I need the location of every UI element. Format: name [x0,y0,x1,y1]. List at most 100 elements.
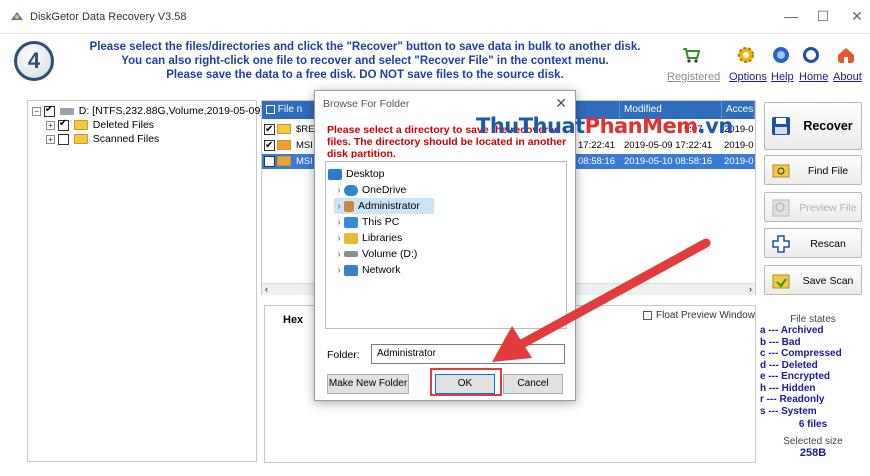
ok-highlight-box [430,368,502,396]
file-count: 6 files [798,419,828,430]
folder-tree[interactable]: Desktop › OneDrive › Administrator › This P… [325,161,567,329]
maximize-icon[interactable]: ☐ [816,9,830,23]
state-item: r --- Readonly [760,394,825,405]
folder-icon [277,124,291,135]
find-file-button[interactable]: Find File [764,155,862,185]
directory-tree[interactable]: − D: [NTFS,232.88G,Volume,2019-05-09] + … [27,100,263,462]
file-modified: 2019-05-09 17:22:41 [624,140,713,151]
dialog-title: Browse For Folder [323,98,410,110]
file-modified: 2019-05-10 08:58:16 [624,156,713,167]
row-checkbox[interactable] [264,122,275,137]
file-accessed: 2019-0 [724,156,754,167]
tree-checkbox[interactable] [57,118,69,131]
state-item: s --- System [760,405,817,417]
folder-item-this-pc[interactable]: › This PC [334,214,399,230]
state-item: c --- Compressed [760,348,842,359]
folder-icon [73,120,88,131]
header: 4 Please select the files/directories an… [0,35,870,93]
folder-item-desktop[interactable]: Desktop [328,166,385,182]
user-icon [344,200,354,212]
chevron-right-icon[interactable]: › [334,247,344,263]
watermark: ThuThuatPhanMem.vn [476,114,733,138]
file-created: 08:58:16 [578,156,615,167]
instruction-line: Please select the files/directories and … [89,41,641,53]
folder-item-onedrive[interactable]: › OneDrive [334,182,406,198]
close-icon[interactable]: ✕ [850,9,864,23]
make-new-folder-button[interactable]: Make New Folder [327,374,409,394]
tree-item-label: Scanned Files [92,133,160,145]
help-link[interactable]: Help [771,71,794,83]
selected-size-value: 258B [799,447,827,459]
chevron-right-icon[interactable]: › [334,263,344,279]
hex-tab[interactable]: Hex [283,314,303,326]
options-link[interactable]: Options [729,71,767,83]
chevron-right-icon[interactable]: › [334,183,344,199]
minimize-icon[interactable]: — [784,9,798,23]
row-checkbox[interactable] [264,138,275,153]
tree-item-scanned[interactable]: + Scanned Files [46,133,159,147]
file-name: MSI [296,156,313,167]
column-header-name[interactable]: File n [262,101,322,119]
file-icon [277,156,291,167]
home-orb-icon [803,47,819,63]
folder-input[interactable]: Administrator [371,344,565,364]
instructions: Please select the files/directories and … [60,40,670,82]
file-icon [277,140,291,151]
float-preview-checkbox[interactable] [643,310,652,320]
rescan-button[interactable]: Rescan [764,228,862,258]
step-indicator: 4 [14,41,54,81]
folder-item-libraries[interactable]: › Libraries [334,230,402,246]
tree-item-label: Deleted Files [92,119,155,131]
selected-size-label: Selected size [783,436,843,447]
home-link[interactable]: Home [799,71,828,83]
find-file-icon [772,164,790,178]
float-preview-toggle[interactable]: Float Preview Window [643,310,755,321]
tree-item-deleted[interactable]: + Deleted Files [46,118,155,133]
file-created: 17:22:41 [578,140,615,151]
row-checkbox[interactable] [264,155,275,167]
tree-root-label: D: [NTFS,232.88G,Volume,2019-05-09] [78,105,264,117]
expand-icon[interactable]: + [46,134,55,144]
save-scan-button[interactable]: Save Scan [764,265,862,295]
folder-icon [73,134,88,145]
recover-button[interactable]: Recover [764,102,862,150]
chevron-right-icon[interactable]: › [334,199,344,215]
title-bar: DiskGetor Data Recovery V3.58 — ☐ ✕ [0,0,870,34]
cancel-button[interactable]: Cancel [503,374,563,394]
drive-icon [59,108,74,116]
state-item: a --- Archived [760,325,824,336]
folder-item-volume-d[interactable]: › Volume (D:) [334,246,417,262]
state-item: h --- Hidden [760,382,816,394]
folder-item-network[interactable]: › Network [334,262,400,279]
select-all-checkbox[interactable] [266,104,275,114]
file-accessed: 2019-0 [724,140,754,151]
chevron-right-icon[interactable]: › [334,231,344,247]
chevron-right-icon[interactable]: › [334,215,344,231]
scroll-left-icon[interactable]: ‹ [265,284,268,294]
state-item: e --- Encrypted [760,371,831,382]
registered-link[interactable]: Registered [667,71,720,83]
state-item: b --- Bad [760,336,801,348]
network-icon [344,264,358,276]
dialog-close-icon[interactable]: ✕ [555,95,567,112]
about-link[interactable]: About [833,71,862,83]
help-icon [773,47,789,63]
file-states-legend: File states a --- Archived b --- Bad c -… [760,314,866,459]
expand-icon[interactable]: + [46,120,55,130]
scroll-right-icon[interactable]: › [749,284,752,294]
gear-icon [738,47,754,63]
save-disk-icon [772,117,790,135]
house-icon [838,48,854,63]
desktop-icon [328,168,342,180]
file-name: MSI [296,140,313,151]
preview-file-button[interactable]: Preview File [764,192,862,222]
tree-checkbox[interactable] [57,133,69,145]
tree-checkbox[interactable] [43,104,55,117]
folder-item-administrator[interactable]: › Administrator [334,198,434,214]
cloud-icon [344,184,358,196]
save-scan-icon [772,274,790,289]
instruction-line: You can also right-click one file to rec… [121,55,609,67]
collapse-icon[interactable]: − [32,106,41,116]
folder-label: Folder: [327,349,360,361]
window-title: DiskGetor Data Recovery V3.58 [30,11,187,23]
